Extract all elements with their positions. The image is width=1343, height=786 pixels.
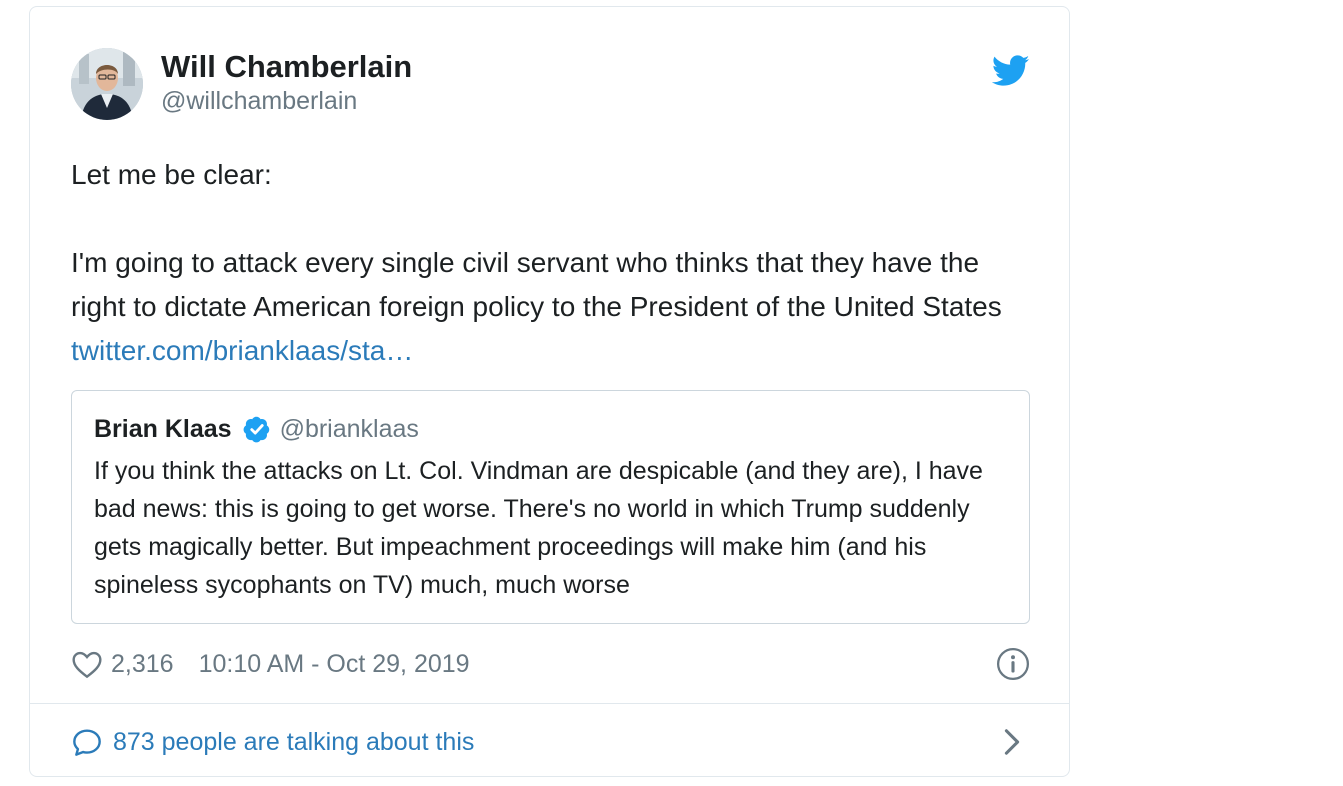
tweet-body: I'm going to attack every single civil s…	[71, 241, 1031, 373]
author-block[interactable]: Will Chamberlain @willchamberlain	[161, 49, 412, 117]
avatar-image	[71, 48, 143, 120]
quoted-author-name: Brian Klaas	[94, 414, 232, 443]
twitter-bird-icon[interactable]	[992, 55, 1030, 87]
author-name[interactable]: Will Chamberlain	[161, 49, 412, 85]
tweet-body-text: I'm going to attack every single civil s…	[71, 247, 1002, 322]
chevron-right-icon[interactable]	[1000, 728, 1024, 756]
tweet-link[interactable]: twitter.com/brianklaas/sta…	[71, 335, 413, 366]
footer-divider	[30, 703, 1069, 704]
quoted-tweet-text: If you think the attacks on Lt. Col. Vin…	[94, 457, 983, 599]
tweet-timestamp[interactable]: 10:10 AM - Oct 29, 2019	[199, 650, 470, 679]
comment-bubble-icon	[73, 729, 101, 756]
tweet-line-1: Let me be clear:	[71, 159, 272, 190]
author-handle[interactable]: @willchamberlain	[161, 85, 412, 117]
conversation-link[interactable]: 873 people are talking about this	[71, 722, 474, 762]
quoted-author-handle: @brianklaas	[279, 414, 419, 443]
author-avatar[interactable]	[71, 48, 143, 120]
quoted-tweet-header: Brian Klaas @brianklaas	[94, 411, 419, 447]
tweet-card: Will Chamberlain @willchamberlain Let me…	[29, 6, 1070, 777]
heart-icon[interactable]	[71, 649, 103, 679]
info-icon[interactable]	[996, 647, 1030, 681]
quoted-tweet[interactable]: Brian Klaas @brianklaas If you think the…	[71, 390, 1030, 624]
tweet-meta: 2,316 10:10 AM - Oct 29, 2019	[71, 644, 470, 684]
verified-badge-icon	[243, 416, 269, 443]
conversation-count-text[interactable]: 873 people are talking about this	[113, 728, 474, 757]
like-count[interactable]: 2,316	[111, 650, 174, 679]
tweet-text: Let me be clear: I'm going to attack eve…	[71, 153, 1031, 373]
